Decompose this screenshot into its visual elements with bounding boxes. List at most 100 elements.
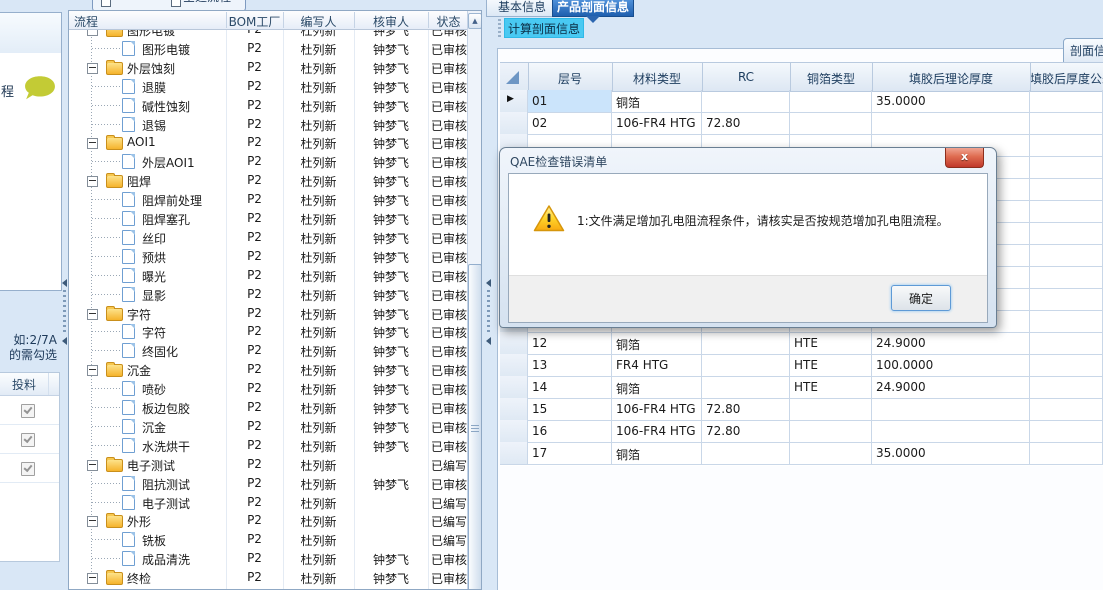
feed-checkbox[interactable] <box>21 462 35 476</box>
layer-cell[interactable]: 12 <box>528 332 612 354</box>
expand-toggle[interactable] <box>87 176 98 188</box>
feed-row[interactable] <box>0 425 59 454</box>
splitter-grip[interactable] <box>487 290 490 334</box>
tree-row[interactable]: 铣板 P2 杜列新 已编写 <box>69 530 469 550</box>
checkbox[interactable] <box>101 0 111 7</box>
tree-row[interactable]: 阻抗测试 P2 杜列新 钟梦飞 已审核 <box>69 473 469 493</box>
toolbar-grip[interactable] <box>498 19 501 37</box>
grid-row[interactable]: 17 铜箔 35.0000 <box>500 442 1103 465</box>
grid-row[interactable]: 13 FR4 HTG HTE 100.0000 <box>500 354 1103 377</box>
thickness-tolerance-cell[interactable] <box>1030 376 1103 398</box>
rc-cell[interactable] <box>702 90 790 112</box>
rc-cell[interactable]: 72.80 <box>702 420 790 442</box>
copper-type-cell[interactable] <box>790 112 872 134</box>
thickness-tolerance-cell[interactable] <box>1030 90 1103 112</box>
rc-cell[interactable]: 72.80 <box>702 398 790 420</box>
expand-toggle[interactable] <box>87 365 98 377</box>
theory-thickness-cell[interactable] <box>872 398 1030 420</box>
dialog-close-button[interactable]: x <box>945 148 984 168</box>
copper-type-cell[interactable] <box>790 90 872 112</box>
theory-thickness-cell[interactable] <box>872 420 1030 442</box>
feed-row[interactable] <box>0 454 59 483</box>
row-selector[interactable] <box>500 442 528 464</box>
layer-cell[interactable]: 17 <box>528 442 612 464</box>
feed-checkbox[interactable] <box>21 433 35 447</box>
tree-row[interactable]: 沉金 P2 杜列新 钟梦飞 已审核 <box>69 416 469 436</box>
grid-row[interactable]: 14 铜箔 HTE 24.9000 <box>500 376 1103 399</box>
tree-row[interactable]: 电子测试 P2 杜列新 已编写 <box>69 454 469 474</box>
tree-row[interactable]: 终检 P2 杜列新 钟梦飞 已审核 <box>69 568 469 588</box>
scrollbar-thumb[interactable] <box>468 264 481 589</box>
expand-toggle[interactable] <box>87 138 98 150</box>
tree-row[interactable]: 曝光 P2 杜列新 钟梦飞 已审核 <box>69 265 469 285</box>
tree-scrollbar[interactable]: ▲ <box>467 11 481 589</box>
expand-toggle[interactable] <box>87 573 98 585</box>
copper-type-cell[interactable]: HTE <box>790 332 872 354</box>
current-row-indicator[interactable]: ▶ <box>500 90 528 112</box>
tab-basic-info[interactable]: 基本信息 <box>486 0 558 17</box>
splitter-grip[interactable] <box>63 290 66 334</box>
collapse-arrow-icon[interactable] <box>486 337 491 345</box>
tree-row[interactable]: 字符 P2 杜列新 钟梦飞 已审核 <box>69 322 469 342</box>
tree-row[interactable]: 外层蚀刻 P2 杜列新 钟梦飞 已审核 <box>69 57 469 77</box>
material-cell[interactable]: 106-FR4 HTG <box>612 398 702 420</box>
tree-row[interactable]: 终固化 P2 杜列新 钟梦飞 已审核 <box>69 341 469 361</box>
tree-row[interactable]: 退膜 P2 杜列新 钟梦飞 已审核 <box>69 76 469 96</box>
select-all-corner[interactable] <box>500 63 528 91</box>
material-cell[interactable]: FR4 HTG <box>612 354 702 376</box>
theory-thickness-cell[interactable]: 24.9000 <box>872 332 1030 354</box>
rc-cell[interactable] <box>702 442 790 464</box>
feed-row[interactable] <box>0 396 59 425</box>
thickness-tolerance-cell[interactable] <box>1030 200 1103 222</box>
copper-type-cell[interactable]: HTE <box>790 376 872 398</box>
tree-row[interactable]: 预烘 P2 杜列新 钟梦飞 已审核 <box>69 246 469 266</box>
column-header[interactable]: 核审人 <box>354 13 428 30</box>
grid-row[interactable]: 15 106-FR4 HTG 72.80 <box>500 398 1103 421</box>
thickness-tolerance-cell[interactable] <box>1030 310 1103 332</box>
column-header[interactable]: 材料类型 <box>612 70 702 87</box>
column-header[interactable]: BOM工厂 <box>226 13 283 30</box>
tree-row[interactable]: 外层AOI1 P2 杜列新 钟梦飞 已审核 <box>69 152 469 172</box>
collapse-arrow-icon[interactable] <box>62 279 67 287</box>
rc-cell[interactable] <box>702 376 790 398</box>
tree-row[interactable]: 显影 P2 杜列新 钟梦飞 已审核 <box>69 284 469 304</box>
thickness-tolerance-cell[interactable] <box>1030 112 1103 134</box>
theory-thickness-cell[interactable]: 24.9000 <box>872 376 1030 398</box>
column-header[interactable]: 层号 <box>528 70 612 87</box>
expand-toggle[interactable] <box>87 459 98 471</box>
copper-type-cell[interactable] <box>790 442 872 464</box>
layer-cell[interactable]: 01 <box>528 90 612 112</box>
thickness-tolerance-cell[interactable] <box>1030 354 1103 376</box>
expand-toggle[interactable] <box>87 308 98 320</box>
theory-thickness-cell[interactable]: 100.0000 <box>872 354 1030 376</box>
grid-row[interactable]: 02 106-FR4 HTG 72.80 <box>500 112 1103 135</box>
layer-cell[interactable]: 13 <box>528 354 612 376</box>
grid-row[interactable]: 12 铜箔 HTE 24.9000 <box>500 332 1103 355</box>
tree-row[interactable]: 板边包胶 P2 杜列新 钟梦飞 已审核 <box>69 398 469 417</box>
ok-button[interactable]: 确定 <box>891 285 951 311</box>
rc-cell[interactable] <box>702 332 790 354</box>
row-selector[interactable] <box>500 420 528 442</box>
thickness-tolerance-cell[interactable] <box>1030 222 1103 244</box>
grid-row[interactable]: 16 106-FR4 HTG 72.80 <box>500 420 1103 443</box>
feed-checkbox[interactable] <box>21 404 35 418</box>
copper-type-cell[interactable]: HTE <box>790 354 872 376</box>
layer-cell[interactable]: 15 <box>528 398 612 420</box>
tree-row[interactable]: 沉金 P2 杜列新 钟梦飞 已审核 <box>69 360 469 380</box>
thickness-tolerance-cell[interactable] <box>1030 442 1103 464</box>
tree-row[interactable]: 图形电镀 P2 杜列新 钟梦飞 已审核 <box>69 38 469 58</box>
tab-product-section-info[interactable]: 产品剖面信息 <box>552 0 634 23</box>
thickness-tolerance-cell[interactable] <box>1030 332 1103 354</box>
tree-row[interactable]: 外形 P2 杜列新 已编写 <box>69 511 469 531</box>
material-cell[interactable]: 铜箔 <box>612 442 702 464</box>
tree-row[interactable]: 阻焊塞孔 P2 杜列新 钟梦飞 已审核 <box>69 209 469 228</box>
panel-splitter-left[interactable] <box>61 0 68 590</box>
material-cell[interactable]: 铜箔 <box>612 90 702 112</box>
thickness-tolerance-cell[interactable] <box>1030 288 1103 310</box>
thickness-tolerance-cell[interactable] <box>1030 156 1103 178</box>
row-selector[interactable] <box>500 354 528 376</box>
scroll-up-button[interactable]: ▲ <box>468 13 481 29</box>
collapse-arrow-icon[interactable] <box>486 279 491 287</box>
calc-section-button[interactable]: 计算剖面信息 <box>504 18 584 38</box>
column-header[interactable]: 铜箔类型 <box>790 70 872 87</box>
